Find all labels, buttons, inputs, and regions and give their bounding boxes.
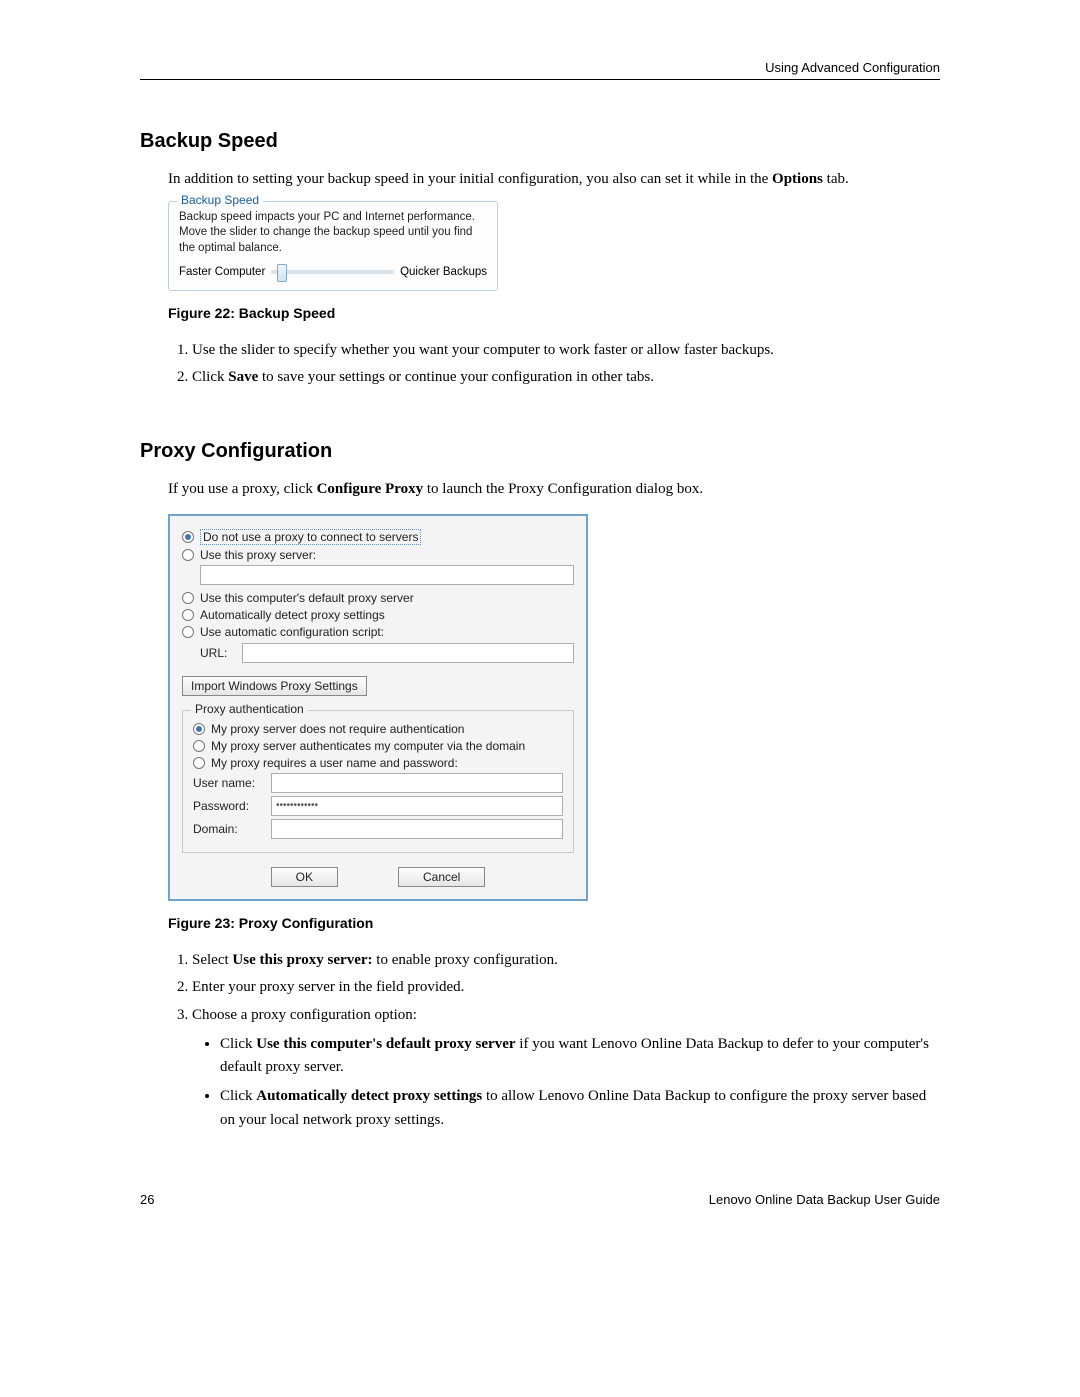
import-windows-proxy-button[interactable]: Import Windows Proxy Settings — [182, 676, 367, 696]
radio-auto-script[interactable]: Use automatic configuration script: — [182, 625, 574, 639]
bold: Use this proxy server: — [232, 952, 372, 968]
text: Click — [220, 1088, 256, 1104]
url-input[interactable] — [242, 643, 574, 663]
figure-23-caption: Figure 23: Proxy Configuration — [168, 915, 940, 931]
domain-input[interactable] — [271, 819, 563, 839]
backup-speed-intro: In addition to setting your backup speed… — [168, 168, 940, 191]
header-divider — [140, 79, 940, 80]
radio-use-proxy-server[interactable]: Use this proxy server: — [182, 548, 574, 562]
slider-thumb[interactable] — [277, 264, 287, 282]
save-bold: Save — [228, 369, 258, 385]
radio-label: My proxy server does not require authent… — [211, 722, 464, 736]
radio-auth-userpass[interactable]: My proxy requires a user name and passwo… — [193, 756, 563, 770]
password-input[interactable]: •••••••••••• — [271, 796, 563, 816]
radio-auth-domain[interactable]: My proxy server authenticates my compute… — [193, 739, 563, 753]
step-1: Use the slider to specify whether you wa… — [192, 339, 940, 362]
text: Click — [192, 369, 228, 385]
step-2: Click Save to save your settings or cont… — [192, 366, 940, 389]
radio-default-proxy[interactable]: Use this computer's default proxy server — [182, 591, 574, 605]
fieldset-description: Backup speed impacts your PC and Interne… — [179, 210, 487, 257]
text: to enable proxy configuration. — [373, 952, 558, 968]
radio-label: Use this proxy server: — [200, 548, 316, 562]
proxy-intro: If you use a proxy, click Configure Prox… — [168, 478, 940, 501]
radio-icon — [182, 592, 194, 604]
speed-slider[interactable] — [271, 270, 394, 274]
fieldset-legend: Backup Speed — [177, 193, 263, 207]
proxy-dialog: Do not use a proxy to connect to servers… — [168, 514, 588, 901]
radio-label: Use automatic configuration script: — [200, 625, 384, 639]
slider-label-left: Faster Computer — [179, 266, 265, 278]
page-number: 26 — [140, 1192, 154, 1207]
backup-speed-fieldset: Backup Speed Backup speed impacts your P… — [168, 201, 498, 292]
domain-label: Domain: — [193, 822, 265, 836]
text: to save your settings or continue your c… — [258, 369, 654, 385]
radio-label: Use this computer's default proxy server — [200, 591, 414, 605]
proxy-auth-fieldset: Proxy authentication My proxy server doe… — [182, 710, 574, 853]
bullet-default-proxy: Click Use this computer's default proxy … — [220, 1033, 940, 1080]
cancel-button[interactable]: Cancel — [398, 867, 485, 887]
text: tab. — [823, 171, 849, 187]
username-input[interactable] — [271, 773, 563, 793]
radio-no-proxy[interactable]: Do not use a proxy to connect to servers — [182, 529, 574, 545]
text: to launch the Proxy Configuration dialog… — [423, 481, 703, 497]
radio-icon — [182, 531, 194, 543]
radio-icon — [193, 740, 205, 752]
heading-proxy-config: Proxy Configuration — [140, 440, 940, 463]
page-footer: 26 Lenovo Online Data Backup User Guide — [140, 1192, 940, 1207]
text: Select — [192, 952, 232, 968]
text: In addition to setting your backup speed… — [168, 171, 772, 187]
slider-row: Faster Computer Quicker Backups — [179, 266, 487, 278]
header-section: Using Advanced Configuration — [140, 60, 940, 75]
ok-button[interactable]: OK — [271, 867, 338, 887]
text: If you use a proxy, click — [168, 481, 317, 497]
proxy-server-input[interactable] — [200, 565, 574, 585]
slider-label-right: Quicker Backups — [400, 266, 487, 278]
radio-icon — [193, 757, 205, 769]
figure-22-caption: Figure 22: Backup Speed — [168, 305, 940, 321]
guide-title: Lenovo Online Data Backup User Guide — [709, 1192, 940, 1207]
step-1: Select Use this proxy server: to enable … — [192, 949, 940, 972]
proxy-steps: Select Use this proxy server: to enable … — [168, 949, 940, 1132]
radio-icon — [193, 723, 205, 735]
radio-auth-none[interactable]: My proxy server does not require authent… — [193, 722, 563, 736]
step-3: Choose a proxy configuration option: Cli… — [192, 1004, 940, 1132]
radio-label: Automatically detect proxy settings — [200, 608, 385, 622]
step-2: Enter your proxy server in the field pro… — [192, 976, 940, 999]
password-label: Password: — [193, 799, 265, 813]
password-mask: •••••••••••• — [276, 800, 318, 811]
options-bold: Options — [772, 171, 823, 187]
radio-icon — [182, 626, 194, 638]
radio-label: Do not use a proxy to connect to servers — [200, 529, 421, 545]
radio-icon — [182, 609, 194, 621]
configure-proxy-bold: Configure Proxy — [317, 481, 424, 497]
bold: Use this computer's default proxy server — [256, 1036, 515, 1052]
proxy-sub-bullets: Click Use this computer's default proxy … — [192, 1033, 940, 1132]
bold: Automatically detect proxy settings — [256, 1088, 482, 1104]
username-label: User name: — [193, 776, 265, 790]
backup-speed-steps: Use the slider to specify whether you wa… — [168, 339, 940, 390]
dialog-buttons: OK Cancel — [182, 867, 574, 887]
radio-label: My proxy requires a user name and passwo… — [211, 756, 458, 770]
text: Choose a proxy configuration option: — [192, 1007, 417, 1023]
text: Click — [220, 1036, 256, 1052]
radio-auto-detect[interactable]: Automatically detect proxy settings — [182, 608, 574, 622]
radio-label: My proxy server authenticates my compute… — [211, 739, 525, 753]
radio-icon — [182, 549, 194, 561]
url-label: URL: — [200, 646, 236, 660]
auth-legend: Proxy authentication — [191, 702, 308, 716]
bullet-auto-detect: Click Automatically detect proxy setting… — [220, 1085, 940, 1132]
heading-backup-speed: Backup Speed — [140, 130, 940, 153]
